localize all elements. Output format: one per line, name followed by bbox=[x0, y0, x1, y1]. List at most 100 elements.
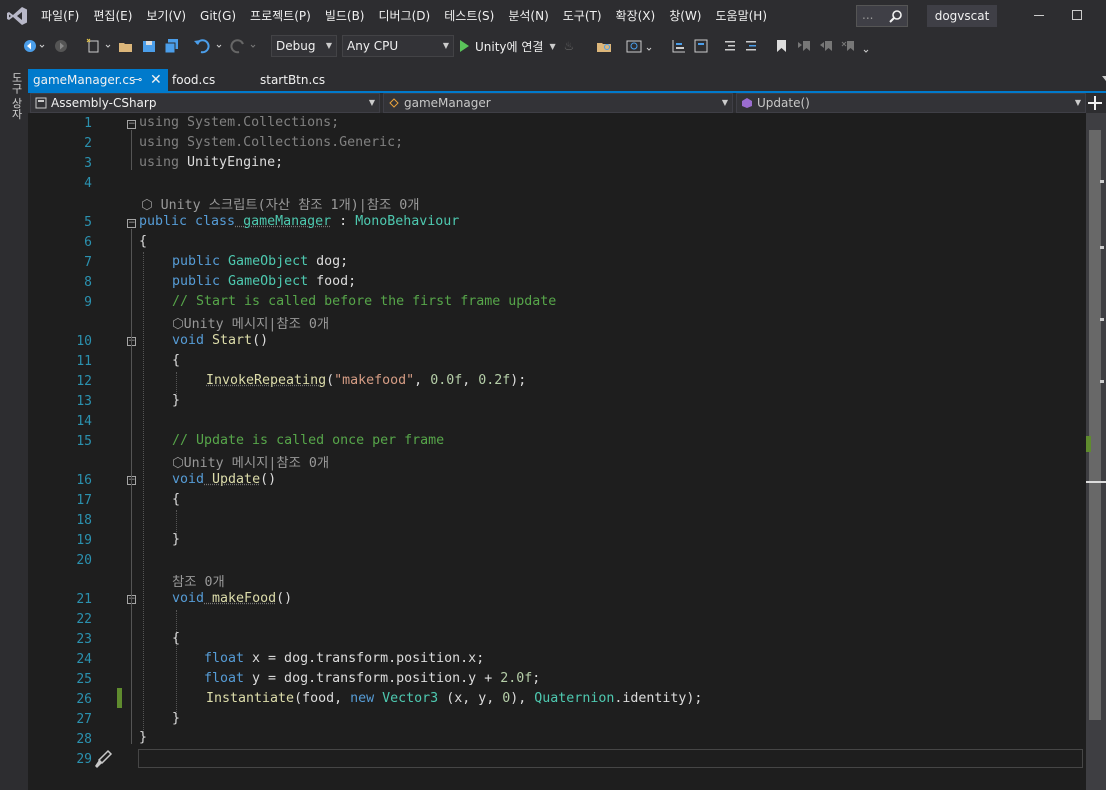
visual-studio-logo-icon bbox=[7, 7, 27, 25]
code-line[interactable]: { bbox=[172, 492, 180, 507]
method-call: Instantiate bbox=[206, 691, 295, 706]
code-line[interactable]: { bbox=[172, 353, 180, 368]
code-comment[interactable]: // Update is called once per frame bbox=[172, 433, 444, 448]
codelens-update[interactable]: ⬡Unity 메시지|참조 0개 bbox=[172, 452, 329, 471]
navigation-bar: Assembly-CSharp ▼ gameManager ▼ Update()… bbox=[28, 93, 1106, 113]
toolbox-tab[interactable]: 도구 상자 bbox=[8, 72, 24, 120]
save-all-button[interactable] bbox=[163, 36, 181, 56]
code-line[interactable]: InvokeRepeating("makefood", 0.0f, 0.2f); bbox=[206, 373, 526, 388]
keyword: float bbox=[204, 651, 245, 666]
attach-unity-button[interactable]: Unity에 연결 ▼ ♨ bbox=[460, 36, 574, 56]
tab-list-dropdown-icon[interactable] bbox=[1102, 76, 1106, 81]
line-number: 22 bbox=[76, 612, 92, 627]
scrollbar-change-marker bbox=[1086, 436, 1091, 452]
forward-button[interactable] bbox=[53, 36, 69, 56]
collapse-toggle[interactable]: − bbox=[127, 120, 136, 129]
keyword: public bbox=[172, 254, 221, 269]
menu-extensions[interactable]: 확장(X) bbox=[609, 8, 663, 24]
code-comment[interactable]: // Start is called before the first fram… bbox=[172, 294, 556, 309]
scrollbar-thumb[interactable] bbox=[1089, 130, 1101, 720]
minimize-button[interactable] bbox=[1034, 15, 1044, 16]
code-line[interactable]: { bbox=[139, 234, 147, 249]
quick-actions-brush-icon[interactable] bbox=[92, 748, 114, 770]
menu-file[interactable]: 파일(F) bbox=[34, 8, 86, 24]
code-line[interactable]: float x = dog.transform.position.x; bbox=[204, 651, 484, 666]
next-bookmark-button[interactable] bbox=[818, 36, 836, 56]
tab-food[interactable]: food.cs bbox=[172, 69, 215, 91]
code-line[interactable]: using UnityEngine; bbox=[139, 155, 283, 170]
menu-window[interactable]: 창(W) bbox=[662, 8, 708, 24]
code-line[interactable]: public GameObject dog; bbox=[172, 254, 348, 269]
undo-button[interactable] bbox=[193, 36, 227, 56]
code-line[interactable]: public GameObject food; bbox=[172, 274, 356, 289]
collapse-toggle[interactable]: − bbox=[127, 219, 136, 228]
save-all-icon bbox=[164, 39, 178, 54]
menu-edit[interactable]: 편집(E) bbox=[86, 8, 139, 24]
bookmark-button[interactable] bbox=[773, 36, 791, 56]
save-button[interactable] bbox=[141, 36, 157, 56]
codelens-makefood[interactable]: 참조 0개 bbox=[172, 571, 225, 590]
format-button[interactable] bbox=[692, 36, 710, 56]
code-line[interactable]: using System.Collections.Generic; bbox=[139, 135, 403, 150]
menu-debug[interactable]: 디버그(D) bbox=[372, 8, 438, 24]
code-line[interactable]: } bbox=[172, 532, 180, 547]
clear-bookmarks-button[interactable] bbox=[840, 36, 872, 56]
menu-project[interactable]: 프로젝트(P) bbox=[243, 8, 318, 24]
code-line[interactable]: { bbox=[172, 631, 180, 646]
outline-line bbox=[131, 130, 132, 170]
browse-button[interactable] bbox=[596, 36, 614, 56]
menu-git[interactable]: Git(G) bbox=[193, 8, 243, 24]
search-input[interactable]: ... bbox=[856, 5, 908, 27]
scrollbar-marker bbox=[1100, 318, 1104, 321]
tab-label: startBtn.cs bbox=[260, 73, 326, 87]
menu-tools[interactable]: 도구(T) bbox=[556, 8, 609, 24]
pin-icon[interactable]: ⊸ bbox=[133, 69, 142, 91]
code-line[interactable]: } bbox=[172, 711, 180, 726]
code-line[interactable]: void makeFood() bbox=[172, 591, 292, 606]
codelens-start[interactable]: ⬡Unity 메시지|참조 0개 bbox=[172, 313, 329, 332]
platform-select[interactable]: Any CPU ▼ bbox=[342, 35, 454, 57]
punctuation: , bbox=[462, 373, 479, 388]
keyword: new bbox=[350, 691, 375, 706]
codelens-class[interactable]: ⬡ Unity 스크립트(자산 참조 1개)|참조 0개 bbox=[141, 194, 420, 213]
solution-name[interactable]: dogvscat bbox=[927, 5, 997, 27]
title-bar: 파일(F) 편집(E) 보기(V) Git(G) 프로젝트(P) 빌드(B) 디… bbox=[0, 0, 1106, 31]
member-dropdown[interactable]: Update() ▼ bbox=[736, 93, 1086, 113]
outdent-button[interactable] bbox=[722, 36, 740, 56]
split-editor-icon[interactable] bbox=[1087, 95, 1103, 111]
redo-button[interactable] bbox=[229, 36, 261, 56]
code-line[interactable]: using System.Collections; bbox=[139, 115, 339, 130]
change-indicator bbox=[117, 688, 122, 708]
open-file-button[interactable] bbox=[118, 36, 134, 56]
code-line[interactable]: void Update() bbox=[172, 472, 276, 487]
comment-button[interactable] bbox=[743, 36, 761, 56]
tab-startbtn[interactable]: startBtn.cs bbox=[260, 69, 325, 91]
tab-gamemanager[interactable]: gameManager.cs ⊸ ✕ bbox=[28, 69, 168, 91]
configuration-select[interactable]: Debug ▼ bbox=[271, 35, 337, 57]
line-number: 21 bbox=[76, 592, 92, 607]
code-line[interactable]: Instantiate(food, new Vector3 (x, y, 0),… bbox=[206, 691, 702, 706]
line-number: 20 bbox=[76, 553, 92, 568]
code-line[interactable]: void Start() bbox=[172, 333, 268, 348]
screenshot-button[interactable] bbox=[625, 36, 655, 56]
new-item-button[interactable] bbox=[84, 36, 114, 56]
code-line[interactable]: } bbox=[139, 730, 147, 745]
method-call: InvokeRepeating bbox=[206, 373, 327, 388]
menu-analyze[interactable]: 분석(N) bbox=[501, 8, 555, 24]
menu-view[interactable]: 보기(V) bbox=[139, 8, 193, 24]
class-dropdown[interactable]: gameManager ▼ bbox=[383, 93, 733, 113]
code-line[interactable]: } bbox=[172, 393, 180, 408]
prev-bookmark-button[interactable] bbox=[796, 36, 814, 56]
close-icon[interactable]: ✕ bbox=[150, 69, 162, 91]
menu-build[interactable]: 빌드(B) bbox=[318, 8, 372, 24]
project-dropdown[interactable]: Assembly-CSharp ▼ bbox=[30, 93, 380, 113]
step-over-button[interactable] bbox=[670, 36, 688, 56]
code-line[interactable]: float y = dog.transform.position.y + 2.0… bbox=[204, 671, 540, 686]
prev-bookmark-icon bbox=[798, 41, 810, 51]
maximize-button[interactable] bbox=[1072, 10, 1082, 20]
back-button[interactable] bbox=[22, 36, 46, 56]
code-line[interactable]: public class gameManager : MonoBehaviour bbox=[139, 214, 459, 229]
hot-reload-icon: ♨ bbox=[563, 39, 575, 53]
menu-test[interactable]: 테스트(S) bbox=[437, 8, 501, 24]
menu-help[interactable]: 도움말(H) bbox=[709, 8, 775, 24]
